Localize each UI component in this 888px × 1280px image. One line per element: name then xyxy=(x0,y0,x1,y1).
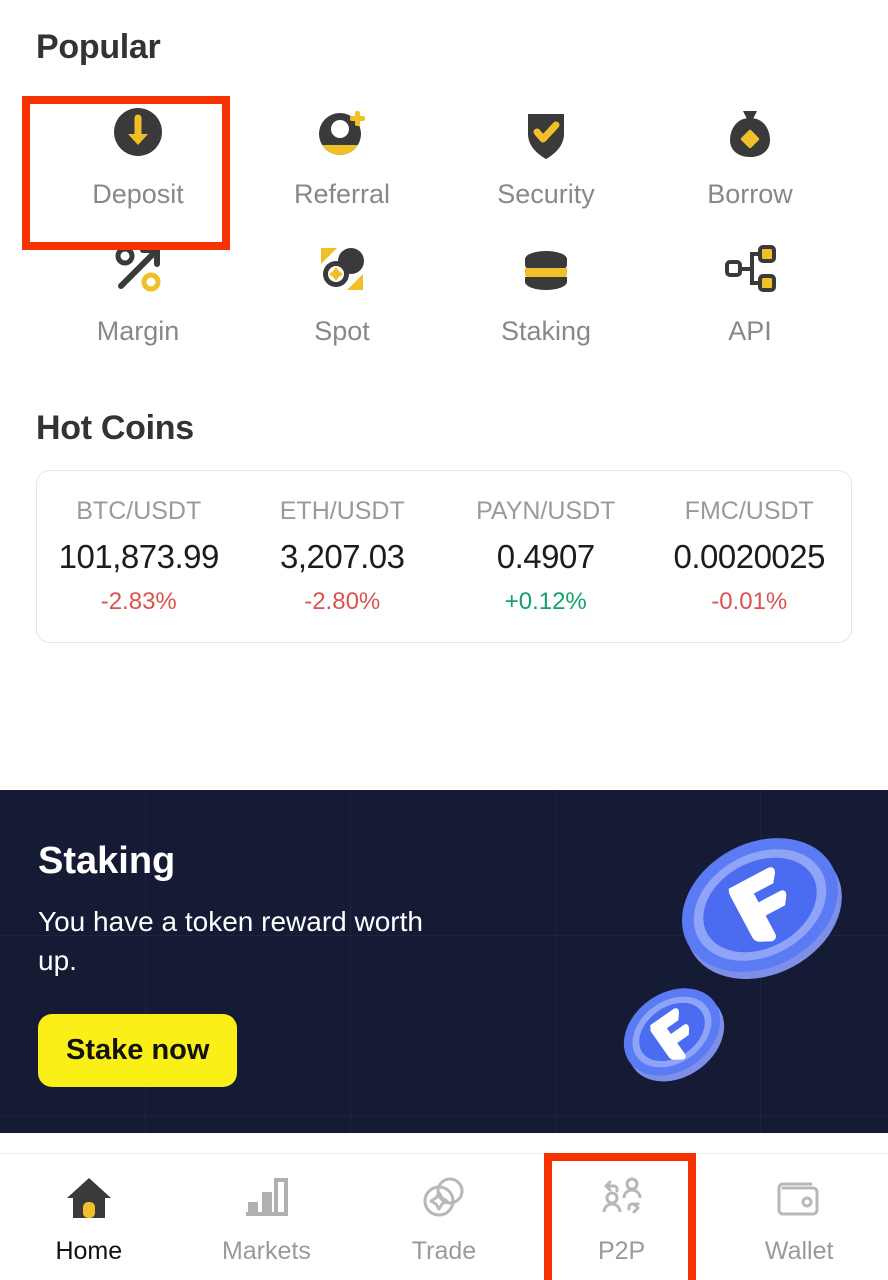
trade-coins-icon xyxy=(418,1174,470,1225)
nav-item-p2p[interactable]: P2P xyxy=(533,1168,711,1266)
hot-coin-item[interactable]: FMC/USDT 0.0020025 -0.01% xyxy=(648,497,852,616)
wallet-icon xyxy=(773,1174,825,1225)
stake-now-button[interactable]: Stake now xyxy=(38,1014,238,1088)
popular-item-spot[interactable]: Spot xyxy=(240,224,444,357)
popular-item-label: Spot xyxy=(314,316,370,346)
coin-price: 0.4907 xyxy=(496,538,595,575)
app-screen: Popular Deposit Referral Security Borrow… xyxy=(0,0,888,1280)
popular-item-label: Staking xyxy=(500,316,592,346)
banner-title: Staking xyxy=(38,840,176,882)
popular-item-label: Borrow xyxy=(707,179,793,209)
nav-item-label: Trade xyxy=(411,1237,477,1265)
popular-item-deposit[interactable]: Deposit xyxy=(36,87,240,220)
coin-change: -0.01% xyxy=(711,588,788,615)
money-bag-icon xyxy=(719,101,781,163)
hot-coin-item[interactable]: PAYN/USDT 0.4907 +0.12% xyxy=(444,497,648,616)
banner-subtitle: You have a token reward worth up. xyxy=(38,906,423,976)
popular-item-label: Referral xyxy=(293,179,391,209)
popular-item-label: API xyxy=(728,316,772,346)
popular-item-label: Deposit xyxy=(92,179,184,209)
coin-change: -2.80% xyxy=(304,588,381,615)
staking-banner[interactable]: Staking You have a token reward worth up… xyxy=(0,790,888,1133)
coin-change: -2.83% xyxy=(100,588,177,615)
bar-chart-icon xyxy=(240,1174,292,1225)
popular-item-security[interactable]: Security xyxy=(444,87,648,220)
security-shield-icon xyxy=(515,101,577,163)
percent-arrow-icon xyxy=(107,238,169,300)
popular-item-borrow[interactable]: Borrow xyxy=(648,87,852,220)
coin-pair: BTC/USDT xyxy=(76,497,202,525)
nav-item-home[interactable]: Home xyxy=(0,1168,178,1266)
deposit-icon xyxy=(107,101,169,163)
hot-coin-item[interactable]: ETH/USDT 3,207.03 -2.80% xyxy=(241,497,445,616)
nav-item-wallet[interactable]: Wallet xyxy=(710,1168,888,1266)
popular-item-label: Margin xyxy=(96,316,180,346)
hot-coins-card: BTC/USDT 101,873.99 -2.83% ETH/USDT 3,20… xyxy=(36,470,852,643)
nav-item-label: Wallet xyxy=(764,1237,834,1265)
coin-price: 101,873.99 xyxy=(58,538,220,575)
nav-item-label: Markets xyxy=(221,1237,311,1265)
coin-pair: FMC/USDT xyxy=(684,497,814,525)
popular-item-api[interactable]: API xyxy=(648,224,852,357)
nav-item-label: Home xyxy=(55,1237,123,1265)
nav-item-trade[interactable]: Trade xyxy=(355,1168,533,1266)
coin-price: 3,207.03 xyxy=(280,538,405,575)
p2p-exchange-icon xyxy=(596,1174,648,1225)
popular-item-margin[interactable]: Margin xyxy=(36,224,240,357)
popular-item-staking[interactable]: Staking xyxy=(444,224,648,357)
hot-coins-heading: Hot Coins xyxy=(36,409,194,447)
coin-pair: PAYN/USDT xyxy=(476,497,616,525)
bottom-navigation-bar: Home Markets Trade P2P Wallet xyxy=(0,1153,888,1280)
home-icon xyxy=(63,1174,115,1225)
popular-grid: Deposit Referral Security Borrow Margin … xyxy=(36,87,852,357)
coin-pair: ETH/USDT xyxy=(279,497,405,525)
nav-item-markets[interactable]: Markets xyxy=(178,1168,356,1266)
popular-section: Popular Deposit Referral Security Borrow… xyxy=(0,0,888,357)
popular-item-label: Security xyxy=(497,179,595,209)
hot-coins-section: Hot Coins BTC/USDT 101,873.99 -2.83% ETH… xyxy=(0,357,888,643)
coin-change: +0.12% xyxy=(504,588,587,615)
hot-coin-item[interactable]: BTC/USDT 101,873.99 -2.83% xyxy=(37,497,241,616)
popular-heading: Popular xyxy=(36,28,161,66)
coin-price: 0.0020025 xyxy=(673,538,826,575)
spot-coins-icon xyxy=(311,238,373,300)
referral-icon xyxy=(311,101,373,163)
coin-stack-icon xyxy=(515,238,577,300)
api-nodes-icon xyxy=(719,238,781,300)
popular-item-referral[interactable]: Referral xyxy=(240,87,444,220)
nav-item-label: P2P xyxy=(597,1237,646,1265)
